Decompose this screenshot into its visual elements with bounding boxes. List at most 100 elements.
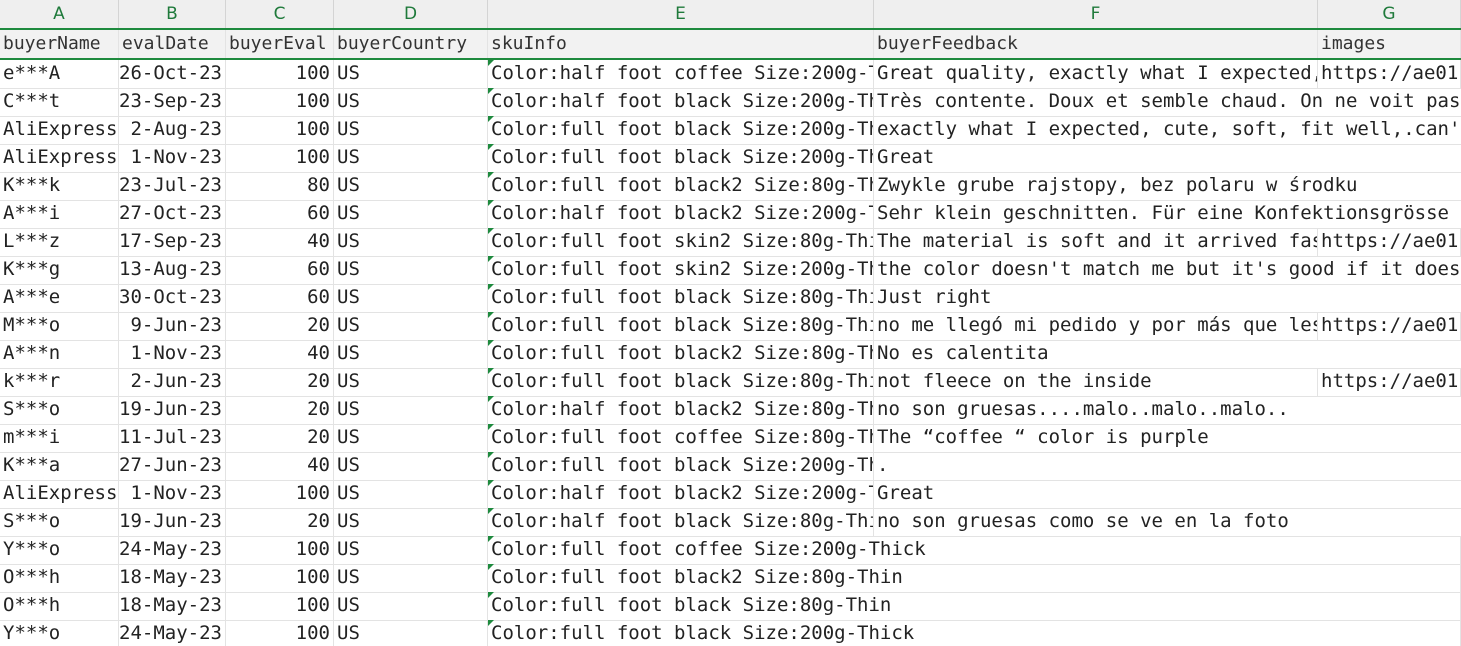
column-letter-e[interactable]: E	[488, 0, 874, 28]
column-letter-b[interactable]: B	[119, 0, 226, 28]
cell-date[interactable]: 26-Oct-23	[119, 60, 226, 88]
cell-country[interactable]: US	[334, 228, 488, 256]
cell-images[interactable]: https://ae01.	[1318, 60, 1461, 88]
cell-sku[interactable]: Color:half foot coffee Size:200g-Th	[488, 60, 874, 88]
header-cell-buyerfeedback[interactable]: buyerFeedback	[874, 30, 1318, 58]
cell-sku[interactable]: Color:full foot black Size:200g-Thi	[488, 452, 874, 480]
header-cell-images[interactable]: images	[1318, 30, 1461, 58]
cell-sku[interactable]: Color:full foot coffee Size:80g-Thi	[488, 424, 874, 452]
cell-images[interactable]: https://ae01.	[1318, 228, 1461, 256]
cell-eval[interactable]: 100	[226, 144, 334, 172]
cell-feedback[interactable]: no son gruesas como se ve en la foto	[874, 508, 1461, 536]
column-letter-d[interactable]: D	[334, 0, 488, 28]
cell-eval[interactable]: 40	[226, 340, 334, 368]
cell-date[interactable]: 1-Nov-23	[119, 480, 226, 508]
cell-sku[interactable]: Color:full foot black Size:80g-Thin	[488, 368, 874, 396]
cell-country[interactable]: US	[334, 60, 488, 88]
cell-sku[interactable]: Color:full foot black Size:200g-Thi	[488, 144, 874, 172]
cell-date[interactable]: 11-Jul-23	[119, 424, 226, 452]
column-letter-c[interactable]: C	[226, 0, 334, 28]
cell-name[interactable]: A***i	[0, 200, 119, 228]
cell-name[interactable]: L***z	[0, 228, 119, 256]
cell-feedback[interactable]: no son gruesas....malo..malo..malo..	[874, 396, 1461, 424]
cell-date[interactable]: 2-Jun-23	[119, 368, 226, 396]
cell-eval[interactable]: 100	[226, 536, 334, 564]
cell-country[interactable]: US	[334, 88, 488, 116]
cell-sku[interactable]: Color:half foot black2 Size:200g-Th	[488, 200, 874, 228]
cell-sku[interactable]: Color:full foot black2 Size:80g-Thi	[488, 340, 874, 368]
cell-date[interactable]: 13-Aug-23	[119, 256, 226, 284]
cell-date[interactable]: 1-Nov-23	[119, 144, 226, 172]
cell-eval[interactable]: 20	[226, 368, 334, 396]
cell-country[interactable]: US	[334, 368, 488, 396]
cell-images[interactable]: https://ae01.	[1318, 368, 1461, 396]
cell-country[interactable]: US	[334, 592, 488, 620]
cell-sku[interactable]: Color:full foot black2 Size:80g-Thi	[488, 172, 874, 200]
cell-feedback[interactable]: Great quality, exactly what I expected,	[874, 60, 1318, 88]
cell-date[interactable]: 18-May-23	[119, 564, 226, 592]
cell-country[interactable]: US	[334, 452, 488, 480]
cell-name[interactable]: K***g	[0, 256, 119, 284]
header-cell-skuinfo[interactable]: skuInfo	[488, 30, 874, 58]
column-letter-f[interactable]: F	[874, 0, 1318, 28]
cell-country[interactable]: US	[334, 620, 488, 646]
cell-country[interactable]: US	[334, 508, 488, 536]
cell-sku[interactable]: Color:full foot skin2 Size:80g-Thin	[488, 228, 874, 256]
cell-eval[interactable]: 60	[226, 284, 334, 312]
cell-name[interactable]: AliExpress	[0, 144, 119, 172]
cell-sku[interactable]: Color:half foot black2 Size:80g-Thi	[488, 396, 874, 424]
header-cell-buyereval[interactable]: buyerEval	[226, 30, 334, 58]
cell-name[interactable]: AliExpress	[0, 116, 119, 144]
cell-feedback[interactable]: Great	[874, 144, 1461, 172]
cell-date[interactable]: 24-May-23	[119, 536, 226, 564]
cell-date[interactable]: 23-Sep-23	[119, 88, 226, 116]
cell-eval[interactable]: 100	[226, 60, 334, 88]
cell-date[interactable]: 18-May-23	[119, 592, 226, 620]
cell-eval[interactable]: 20	[226, 424, 334, 452]
cell-sku[interactable]: Color:half foot black Size:200g-Thi	[488, 88, 874, 116]
cell-name[interactable]: A***n	[0, 340, 119, 368]
cell-date[interactable]: 17-Sep-23	[119, 228, 226, 256]
cell-sku[interactable]: Color:full foot black Size:200g-Thick	[488, 620, 1461, 646]
cell-feedback[interactable]: No es calentita	[874, 340, 1461, 368]
cell-name[interactable]: C***t	[0, 88, 119, 116]
cell-feedback[interactable]: The material is soft and it arrived fast	[874, 228, 1318, 256]
cell-sku[interactable]: Color:half foot black Size:80g-Thin	[488, 508, 874, 536]
cell-feedback[interactable]: Sehr klein geschnitten. Für eine Konfekt…	[874, 200, 1461, 228]
cell-name[interactable]: Y***o	[0, 536, 119, 564]
cell-eval[interactable]: 20	[226, 396, 334, 424]
cell-eval[interactable]: 20	[226, 312, 334, 340]
cell-country[interactable]: US	[334, 396, 488, 424]
cell-name[interactable]: O***h	[0, 564, 119, 592]
cell-date[interactable]: 2-Aug-23	[119, 116, 226, 144]
cell-name[interactable]: O***h	[0, 592, 119, 620]
cell-country[interactable]: US	[334, 480, 488, 508]
cell-feedback[interactable]: no me llegó mi pedido y por más que les	[874, 312, 1318, 340]
cell-name[interactable]: e***A	[0, 60, 119, 88]
column-letter-g[interactable]: G	[1318, 0, 1461, 28]
cell-name[interactable]: M***o	[0, 312, 119, 340]
cell-name[interactable]: k***r	[0, 368, 119, 396]
cell-feedback[interactable]: The “coffee “ color is purple	[874, 424, 1461, 452]
cell-date[interactable]: 19-Jun-23	[119, 396, 226, 424]
cell-feedback[interactable]: .	[874, 452, 1461, 480]
header-cell-buyername[interactable]: buyerName	[0, 30, 119, 58]
cell-date[interactable]: 1-Nov-23	[119, 340, 226, 368]
cell-country[interactable]: US	[334, 284, 488, 312]
cell-eval[interactable]: 40	[226, 228, 334, 256]
cell-eval[interactable]: 60	[226, 200, 334, 228]
cell-date[interactable]: 23-Jul-23	[119, 172, 226, 200]
cell-sku[interactable]: Color:full foot black Size:80g-Thin	[488, 284, 874, 312]
cell-eval[interactable]: 20	[226, 508, 334, 536]
header-cell-buyercountry[interactable]: buyerCountry	[334, 30, 488, 58]
cell-country[interactable]: US	[334, 144, 488, 172]
cell-date[interactable]: 9-Jun-23	[119, 312, 226, 340]
cell-date[interactable]: 27-Jun-23	[119, 452, 226, 480]
cell-date[interactable]: 19-Jun-23	[119, 508, 226, 536]
cell-sku[interactable]: Color:full foot black Size:200g-Thi	[488, 116, 874, 144]
cell-country[interactable]: US	[334, 564, 488, 592]
cell-eval[interactable]: 100	[226, 116, 334, 144]
cell-sku[interactable]: Color:full foot black2 Size:80g-Thin	[488, 564, 1461, 592]
cell-date[interactable]: 24-May-23	[119, 620, 226, 646]
cell-eval[interactable]: 100	[226, 592, 334, 620]
